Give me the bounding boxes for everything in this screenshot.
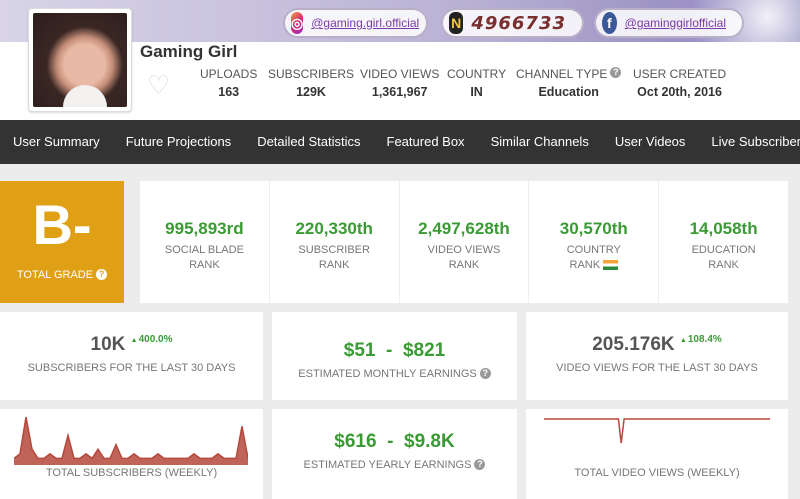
range-separator: -: [386, 340, 393, 361]
yearly-earnings-label: ESTIMATED YEARLY EARNINGS: [303, 459, 472, 471]
rank-label: SUBSCRIBER: [298, 244, 370, 256]
rank-value: 30,570th: [559, 219, 628, 238]
monthly-earnings-low: $51: [343, 340, 376, 361]
profile-photo: [33, 13, 127, 107]
stat-subscribers: SUBSCRIBERS 129K: [268, 67, 354, 99]
tab-detailed-statistics[interactable]: Detailed Statistics: [244, 120, 373, 164]
india-flag-icon: [603, 260, 619, 271]
rank-subscriber: 220,330th SUBSCRIBER RANK: [270, 181, 400, 303]
weekly-views-card: TOTAL VIDEO VIEWS (WEEKLY): [526, 409, 788, 499]
stat-value: Oct 20th, 2016: [637, 85, 722, 99]
tab-future-projections[interactable]: Future Projections: [113, 120, 245, 164]
rank-value: 14,058th: [689, 219, 758, 238]
weekly-subscribers-card: TOTAL SUBSCRIBERS (WEEKLY): [0, 409, 263, 499]
monthly-earnings-card: $51 - $821 ESTIMATED MONTHLY EARNINGS?: [272, 312, 517, 400]
stat-country: COUNTRY IN: [447, 67, 506, 99]
views-30-days-delta: 108.4%: [680, 334, 722, 345]
rank-video-views: 2,497,628th VIDEO VIEWS RANK: [400, 181, 530, 303]
rank-education: 14,058th EDUCATION RANK: [659, 181, 788, 303]
views-30-days-card: 205.176K 108.4% VIDEO VIEWS FOR THE LAST…: [526, 312, 788, 400]
ranks-card: 995,893rd SOCIAL BLADE RANK 220,330th SUB…: [140, 181, 788, 303]
weekly-subscribers-label: TOTAL SUBSCRIBERS (WEEKLY): [45, 467, 218, 479]
facebook-link[interactable]: f @gaminggirlofficial: [594, 8, 744, 38]
facebook-icon: f: [602, 12, 617, 34]
grade-letter: B-: [32, 193, 92, 256]
weekly-views-series-line: [544, 418, 770, 444]
rank-label: SOCIAL BLADE: [164, 244, 244, 256]
weekly-views-label: TOTAL VIDEO VIEWS (WEEKLY): [574, 467, 740, 479]
stat-label: COUNTRY: [447, 67, 507, 81]
rank-value: 220,330th: [295, 219, 373, 238]
subscribers-30-days-label: SUBSCRIBERS FOR THE LAST 30 DAYS: [27, 362, 236, 374]
twitter-icon: N: [449, 12, 464, 34]
views-30-days-value: 205.176K: [592, 334, 675, 355]
stat-video-views: VIDEO VIEWS 1,361,967: [360, 67, 439, 99]
rank-label: RANK: [569, 259, 601, 271]
twitter-count: 4966733: [471, 12, 566, 34]
total-grade-card: B- TOTAL GRADE?: [0, 181, 124, 303]
tab-user-videos[interactable]: User Videos: [602, 120, 699, 164]
yearly-earnings-low: $616: [334, 431, 377, 452]
stat-value: 1,361,967: [371, 85, 428, 99]
stat-channel-type: CHANNEL TYPE? Education: [516, 67, 622, 99]
tab-similar-channels[interactable]: Similar Channels: [478, 120, 602, 164]
subscribers-30-days-delta: 400.0%: [131, 334, 173, 345]
rank-value: 2,497,628th: [418, 219, 510, 238]
stat-label: UPLOADS: [200, 67, 258, 81]
stat-value: Education: [538, 85, 599, 99]
tab-featured-box[interactable]: Featured Box: [374, 120, 478, 164]
subscribers-30-days-value: 10K: [90, 334, 126, 355]
instagram-icon: ◎: [291, 12, 304, 34]
monthly-earnings-high: $821: [402, 340, 446, 361]
tab-live-subscriber-count[interactable]: Live Subscriber C: [698, 120, 800, 164]
grade-label: TOTAL GRADE: [16, 269, 94, 281]
yearly-earnings-card: $616 - $9.8K ESTIMATED YEARLY EARNINGS?: [272, 409, 517, 499]
facebook-handle: @gaminggirlofficial: [624, 16, 726, 30]
nav-bar: User Summary Future Projections Detailed…: [0, 120, 800, 164]
rank-country: 30,570th COUNTRY RANK: [529, 181, 660, 303]
rank-value: 995,893rd: [165, 219, 244, 238]
stat-value: 129K: [296, 85, 326, 99]
rank-label: RANK: [708, 259, 739, 271]
rank-label: VIDEO VIEWS: [427, 244, 501, 256]
instagram-handle: @gaming.girl.official: [311, 16, 420, 30]
avatar[interactable]: [28, 8, 132, 112]
views-30-days-label: VIDEO VIEWS FOR THE LAST 30 DAYS: [556, 362, 758, 374]
stat-label: VIDEO VIEWS: [360, 67, 440, 81]
yearly-earnings-high: $9.8K: [404, 431, 455, 452]
rank-label: EDUCATION: [691, 244, 756, 256]
stat-value: IN: [470, 85, 483, 99]
instagram-link[interactable]: ◎ @gaming.girl.official: [283, 8, 428, 38]
rank-label: COUNTRY: [566, 244, 621, 256]
twitter-link[interactable]: N 4966733: [441, 8, 584, 38]
stat-value: 163: [218, 85, 240, 99]
rank-label: RANK: [318, 259, 350, 271]
stat-label: USER CREATED: [633, 67, 727, 81]
channel-name: Gaming Girl: [140, 42, 238, 61]
stat-uploads: UPLOADS 163: [200, 67, 257, 99]
rank-label: RANK: [189, 259, 220, 271]
help-icon[interactable]: ?: [474, 459, 486, 470]
favorite-heart-icon[interactable]: ♡: [147, 72, 175, 98]
help-icon[interactable]: ?: [96, 269, 108, 280]
weekly-views-sparkline: [544, 418, 770, 444]
tab-user-summary[interactable]: User Summary: [0, 120, 113, 164]
monthly-earnings-label: ESTIMATED MONTHLY EARNINGS: [298, 368, 477, 380]
stat-label: CHANNEL TYPE: [516, 67, 608, 81]
stat-user-created: USER CREATED Oct 20th, 2016: [633, 67, 726, 99]
subscribers-30-days-card: 10K 400.0% SUBSCRIBERS FOR THE LAST 30 D…: [0, 312, 263, 400]
rank-social-blade: 995,893rd SOCIAL BLADE RANK: [140, 181, 270, 303]
help-icon[interactable]: ?: [479, 368, 491, 379]
weekly-subscribers-sparkline: [14, 416, 248, 465]
rank-label: RANK: [448, 259, 480, 271]
help-icon[interactable]: ?: [610, 67, 622, 78]
weekly-subscribers-series-line: [14, 416, 248, 460]
stat-label: SUBSCRIBERS: [268, 67, 355, 81]
range-separator: -: [387, 431, 394, 452]
